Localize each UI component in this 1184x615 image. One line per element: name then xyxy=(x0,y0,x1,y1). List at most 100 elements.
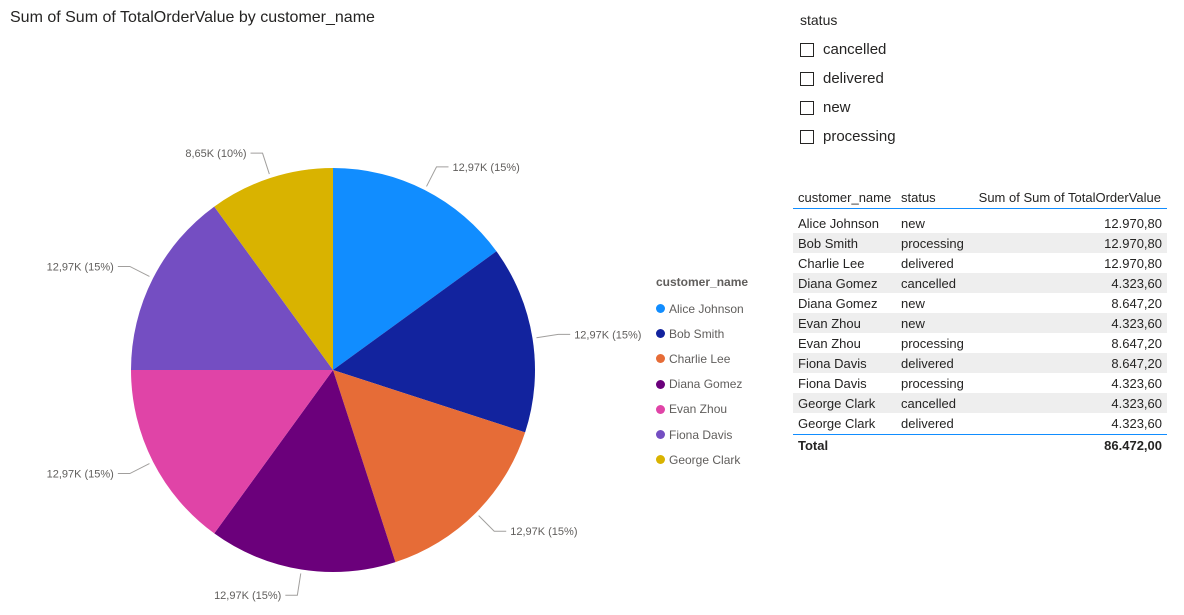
legend-label: Evan Zhou xyxy=(669,402,728,417)
table-cell: processing xyxy=(901,375,964,391)
table-cell: new xyxy=(901,215,925,231)
leader-line xyxy=(536,333,571,339)
legend-marker xyxy=(656,430,665,440)
table-row[interactable]: Diana Gomez new 8.647,20 xyxy=(793,293,1167,313)
table-cell: George Clark xyxy=(798,415,876,431)
table-row[interactable]: Fiona Davis processing 4.323,60 xyxy=(793,373,1167,393)
table-cell: Evan Zhou xyxy=(798,315,861,331)
legend-label: Charlie Lee xyxy=(669,351,731,366)
legend-marker xyxy=(656,455,665,465)
legend-label: Alice Johnson xyxy=(669,301,744,316)
table-cell: 4.323,60 xyxy=(1111,375,1162,391)
data-label: 12,97K (15%) xyxy=(510,526,577,538)
leader-line xyxy=(250,152,270,175)
data-table: customer_name status Sum of Sum of Total… xyxy=(793,186,1167,455)
leader-line xyxy=(285,573,302,596)
legend-marker xyxy=(656,404,665,414)
table-cell: 8.647,20 xyxy=(1111,335,1162,351)
legend-title: customer_name xyxy=(656,275,749,289)
table-row[interactable]: Evan Zhou processing 8.647,20 xyxy=(793,333,1167,353)
legend: customer_name Alice Johnson Bob Smith Char… xyxy=(656,275,748,472)
table-cell: processing xyxy=(901,335,964,351)
status-slicer: status cancelled delivered new processin… xyxy=(800,12,896,151)
slicer-option-processing[interactable]: processing xyxy=(800,122,896,151)
legend-label: George Clark xyxy=(669,452,741,467)
table-cell: 4.323,60 xyxy=(1111,275,1162,291)
table-cell: processing xyxy=(901,235,964,251)
checkbox[interactable] xyxy=(800,42,814,57)
slicer-option-new[interactable]: new xyxy=(800,93,896,122)
table-row[interactable]: Alice Johnson new 12.970,80 xyxy=(793,213,1167,233)
legend-marker xyxy=(656,329,665,339)
column-header-status[interactable]: status xyxy=(897,190,977,205)
table-row[interactable]: Fiona Davis delivered 8.647,20 xyxy=(793,353,1167,373)
slicer-option-label: new xyxy=(823,99,851,116)
table-cell: delivered xyxy=(901,255,954,271)
column-header-sum[interactable]: Sum of Sum of TotalOrderValue xyxy=(977,190,1167,205)
total-value: 86.472,00 xyxy=(1104,437,1162,453)
leader-line xyxy=(117,265,150,277)
table-cell: Fiona Davis xyxy=(798,355,867,371)
table-row[interactable]: Evan Zhou new 4.323,60 xyxy=(793,313,1167,333)
slicer-option-delivered[interactable]: delivered xyxy=(800,64,896,93)
table-cell: Bob Smith xyxy=(798,235,858,251)
legend-marker xyxy=(656,304,665,314)
data-label: 8,65K (10%) xyxy=(185,148,246,160)
slicer-option-label: processing xyxy=(823,128,896,145)
data-label: 12,97K (15%) xyxy=(453,162,520,174)
total-label: Total xyxy=(798,437,829,453)
table-cell: 4.323,60 xyxy=(1111,395,1162,411)
table-cell: 4.323,60 xyxy=(1111,415,1162,431)
table-cell: Diana Gomez xyxy=(798,275,878,291)
table-cell: 12.970,80 xyxy=(1104,235,1162,251)
table-cell: Charlie Lee xyxy=(798,255,865,271)
leader-line xyxy=(426,166,449,187)
slicer-title: status xyxy=(800,12,838,28)
legend-marker xyxy=(656,379,665,389)
table-cell: cancelled xyxy=(901,395,956,411)
table-row[interactable]: George Clark delivered 4.323,60 xyxy=(793,413,1167,433)
table-cell: Alice Johnson xyxy=(798,215,879,231)
slicer-option-label: delivered xyxy=(823,70,884,87)
legend-item[interactable]: Charlie Lee xyxy=(656,346,748,371)
table-row[interactable]: Diana Gomez cancelled 4.323,60 xyxy=(793,273,1167,293)
slicer-option-cancelled[interactable]: cancelled xyxy=(800,35,896,64)
column-header-customer-name[interactable]: customer_name xyxy=(793,190,897,205)
table-cell: Fiona Davis xyxy=(798,375,867,391)
legend-item[interactable]: Alice Johnson xyxy=(656,296,748,321)
table-cell: new xyxy=(901,315,925,331)
checkbox[interactable] xyxy=(800,129,814,144)
legend-label: Fiona Davis xyxy=(669,427,733,442)
table-cell: cancelled xyxy=(901,275,956,291)
legend-item[interactable]: Evan Zhou xyxy=(656,397,748,422)
legend-item[interactable]: George Clark xyxy=(656,447,748,472)
table-row[interactable]: Bob Smith processing 12.970,80 xyxy=(793,233,1167,253)
legend-label: Diana Gomez xyxy=(669,377,743,392)
table-header: customer_name status Sum of Sum of Total… xyxy=(793,186,1167,209)
legend-item[interactable]: Bob Smith xyxy=(656,321,748,346)
slicer-option-label: cancelled xyxy=(823,41,887,58)
table-cell: Evan Zhou xyxy=(798,335,861,351)
checkbox[interactable] xyxy=(800,100,814,115)
table-cell: 8.647,20 xyxy=(1111,295,1162,311)
legend-marker xyxy=(656,354,665,364)
data-label: 12,97K (15%) xyxy=(574,329,641,341)
table-row[interactable]: Charlie Lee delivered 12.970,80 xyxy=(793,253,1167,273)
table-cell: delivered xyxy=(901,415,954,431)
table-cell: George Clark xyxy=(798,395,876,411)
table-cell: new xyxy=(901,295,925,311)
table-cell: 4.323,60 xyxy=(1111,315,1162,331)
checkbox[interactable] xyxy=(800,71,814,86)
legend-item[interactable]: Fiona Davis xyxy=(656,422,748,447)
legend-item[interactable]: Diana Gomez xyxy=(656,372,748,397)
table-cell: 8.647,20 xyxy=(1111,355,1162,371)
data-label: 12,97K (15%) xyxy=(47,261,114,273)
table-cell: Diana Gomez xyxy=(798,295,878,311)
table-total-row: Total 86.472,00 xyxy=(793,434,1167,455)
leader-line xyxy=(478,515,507,532)
table-cell: 12.970,80 xyxy=(1104,255,1162,271)
data-label: 12,97K (15%) xyxy=(47,469,114,481)
leader-line xyxy=(117,463,150,475)
table-row[interactable]: George Clark cancelled 4.323,60 xyxy=(793,393,1167,413)
legend-label: Bob Smith xyxy=(669,326,725,341)
